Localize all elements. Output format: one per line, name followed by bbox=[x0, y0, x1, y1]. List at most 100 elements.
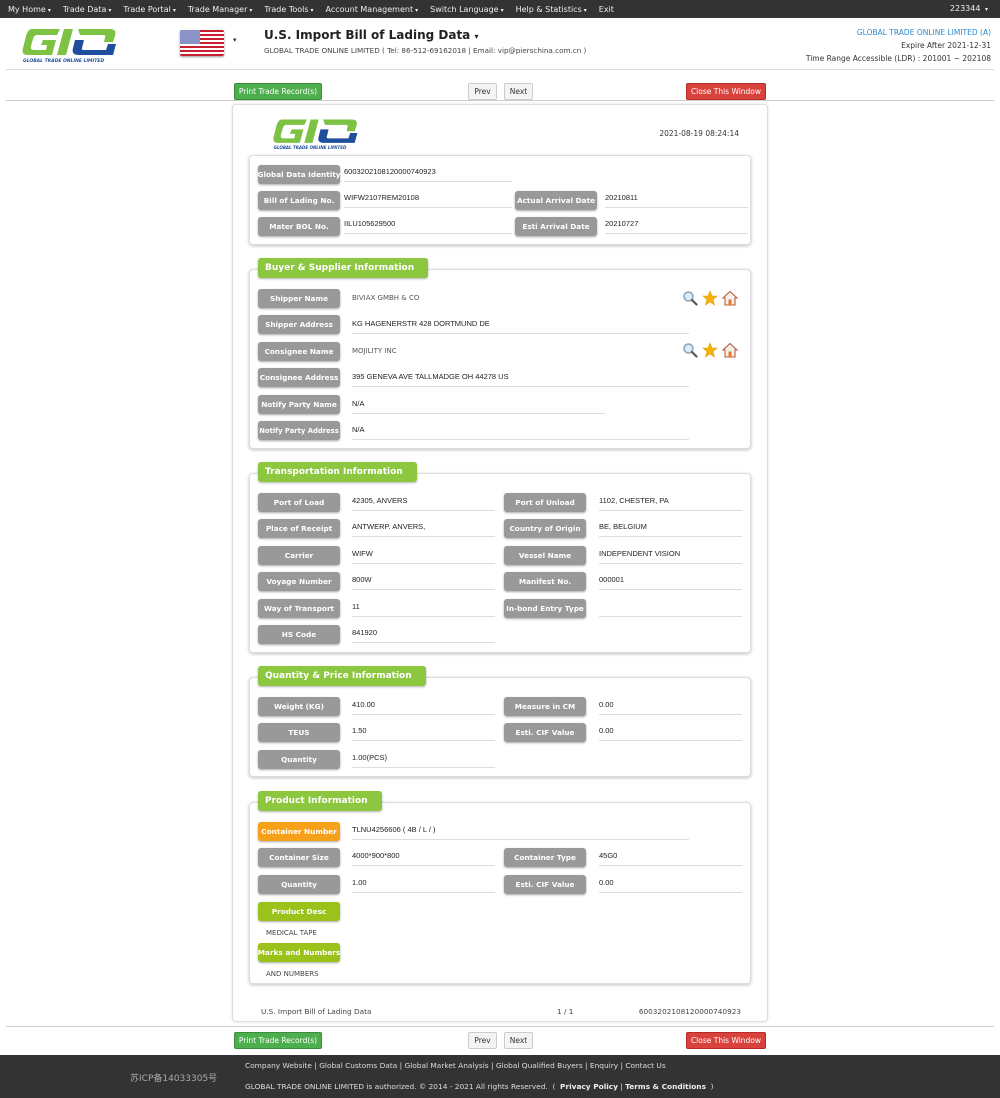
prev-button[interactable]: Prev bbox=[468, 83, 497, 100]
way-of-transport-value: 11 bbox=[352, 601, 495, 617]
field-label: Container Type bbox=[504, 848, 586, 867]
field-label: Vessel Name bbox=[504, 546, 586, 565]
field-label: In-bond Entry Type bbox=[504, 599, 586, 618]
gto-logo: GLOBAL TRADE ONLINE LIMITED bbox=[22, 29, 116, 64]
product-cif-value: 0.00 bbox=[599, 877, 742, 893]
nav-label: Help & Statistics bbox=[515, 4, 582, 14]
search-icon[interactable] bbox=[682, 290, 698, 306]
field-label: Esti Arrival Date bbox=[515, 217, 597, 236]
nav-label: Account Management bbox=[325, 4, 414, 14]
hs-code-value: 841920 bbox=[352, 627, 495, 643]
caret-down-icon: ▾ bbox=[583, 6, 587, 14]
field-label: Measure in CM bbox=[504, 697, 586, 716]
field-label: Notify Party Name bbox=[258, 395, 340, 414]
section-title: Product Information bbox=[258, 791, 382, 811]
user-id: 223344 bbox=[949, 4, 981, 13]
field-label: Consignee Name bbox=[258, 342, 340, 361]
port-of-load-value: 42305, ANVERS bbox=[352, 495, 495, 511]
footer-link-global-market-analysis[interactable]: Global Market Analysis bbox=[404, 1061, 488, 1070]
next-button[interactable]: Next bbox=[504, 1032, 533, 1049]
svg-text:GLOBAL TRADE ONLINE LIMITED: GLOBAL TRADE ONLINE LIMITED bbox=[23, 58, 104, 64]
footer-link-enquiry[interactable]: Enquiry bbox=[590, 1061, 618, 1070]
bill-of-lading-document: GLOBAL TRADE ONLINE LIMITED 2021-08-19 0… bbox=[232, 104, 768, 1022]
nav-my-home[interactable]: My Home ▾ bbox=[8, 5, 51, 14]
nav-account-management[interactable]: Account Management ▾ bbox=[326, 5, 419, 14]
copyright: GLOBAL TRADE ONLINE LIMITED is authorize… bbox=[245, 1082, 714, 1091]
svg-text:GLOBAL TRADE ONLINE LIMITED: GLOBAL TRADE ONLINE LIMITED bbox=[274, 145, 347, 150]
nav-trade-portal[interactable]: Trade Portal ▾ bbox=[123, 5, 175, 14]
field-label: Notify Party Address bbox=[258, 421, 340, 440]
field-label: Consignee Address bbox=[258, 368, 340, 387]
search-icon[interactable] bbox=[682, 342, 698, 358]
field-label: Container Size bbox=[258, 848, 340, 867]
caret-down-icon: ▾ bbox=[984, 6, 988, 13]
cif-value: 0.00 bbox=[599, 725, 742, 741]
field-label: Port of Load bbox=[258, 493, 340, 512]
us-flag-icon[interactable] bbox=[180, 30, 224, 56]
shipper-name-value: BIVIAX GMBH & CO bbox=[352, 294, 420, 302]
quantity-price-card: Quantity & Price Information Weight (KG)… bbox=[249, 666, 751, 777]
star-icon[interactable] bbox=[702, 342, 718, 358]
nav-help-statistics[interactable]: Help & Statistics ▾ bbox=[516, 5, 587, 14]
shipper-address-value: KG HAGENERSTR 428 DORTMUND DE bbox=[352, 318, 689, 334]
nav-exit[interactable]: Exit bbox=[599, 5, 614, 14]
container-size-value: 4000*900*800 bbox=[352, 850, 495, 866]
field-label: Mater BOL No. bbox=[258, 217, 340, 236]
privacy-policy-link[interactable]: Privacy Policy bbox=[560, 1082, 618, 1091]
account-company: GLOBAL TRADE ONLINE LIMITED (A) bbox=[856, 28, 991, 37]
next-button[interactable]: Next bbox=[504, 83, 533, 100]
account-info: GLOBAL TRADE ONLINE LIMITED (A) Expire A… bbox=[806, 26, 991, 65]
copyright-text: GLOBAL TRADE ONLINE LIMITED is authorize… bbox=[245, 1082, 548, 1091]
global-data-identity-value: 6003202108120000740923 bbox=[344, 166, 512, 182]
product-quantity-value: 1.00 bbox=[352, 877, 495, 893]
footer-link-contact-us[interactable]: Contact Us bbox=[625, 1061, 665, 1070]
field-label: Global Data Identity bbox=[258, 165, 340, 184]
section-title: Quantity & Price Information bbox=[258, 666, 426, 686]
nav-trade-tools[interactable]: Trade Tools ▾ bbox=[264, 5, 313, 14]
field-label: Carrier bbox=[258, 546, 340, 565]
container-type-value: 45G0 bbox=[599, 850, 742, 866]
country-of-origin-value: BE, BELGIUM bbox=[599, 521, 742, 537]
caret-down-icon[interactable]: ▾ bbox=[233, 36, 237, 44]
container-number-value: TLNU4256606 ( 4B / L / ) bbox=[352, 824, 689, 840]
nav-label: Trade Manager bbox=[187, 4, 248, 14]
star-icon[interactable] bbox=[702, 290, 718, 306]
field-label: Way of Transport bbox=[258, 599, 340, 618]
field-label: Container Number bbox=[258, 822, 340, 841]
print-button[interactable]: Print Trade Record(s) bbox=[234, 83, 322, 100]
field-label: HS Code bbox=[258, 625, 340, 644]
bol-value: WIFW2107REM20108 bbox=[344, 192, 512, 208]
close-window-button[interactable]: Close This Window bbox=[686, 83, 766, 100]
shipper-actions bbox=[682, 290, 739, 306]
nav-label: Trade Data bbox=[62, 4, 107, 14]
print-button[interactable]: Print Trade Record(s) bbox=[234, 1032, 322, 1049]
site-footer: 苏ICP备14033305号 Company Website | Global … bbox=[0, 1055, 1000, 1098]
footer-link-global-qualified-buyers[interactable]: Global Qualified Buyers bbox=[496, 1061, 583, 1070]
transportation-card: Transportation Information Port of Load … bbox=[249, 462, 751, 653]
port-of-unload-value: 1102, CHESTER, PA bbox=[599, 495, 742, 511]
nav-trade-data[interactable]: Trade Data ▾ bbox=[63, 5, 112, 14]
caret-down-icon: ▾ bbox=[415, 6, 419, 14]
in-bond-entry-type-value bbox=[599, 601, 742, 617]
footer-link-company-website[interactable]: Company Website bbox=[245, 1061, 312, 1070]
esti-arrival-value: 20210727 bbox=[605, 218, 748, 234]
page-header: GLOBAL TRADE ONLINE LIMITED ▾ U.S. Impor… bbox=[6, 18, 994, 70]
expire-date: Expire After 2021-12-31 bbox=[901, 41, 991, 50]
footer-link-global-customs-data[interactable]: Global Customs Data bbox=[319, 1061, 397, 1070]
terms-conditions-link[interactable]: Terms & Conditions bbox=[625, 1082, 706, 1091]
field-label: Esti. CIF Value bbox=[504, 723, 586, 742]
weight-value: 410.00 bbox=[352, 699, 495, 715]
field-label: Voyage Number bbox=[258, 572, 340, 591]
caret-down-icon: ▾ bbox=[249, 6, 253, 14]
manifest-no-value: 000001 bbox=[599, 574, 742, 590]
user-menu[interactable]: 223344 ▾ bbox=[950, 4, 988, 13]
close-window-button[interactable]: Close This Window bbox=[686, 1032, 766, 1049]
home-icon[interactable] bbox=[721, 290, 739, 306]
nav-switch-language[interactable]: Switch Language ▾ bbox=[430, 5, 504, 14]
home-icon[interactable] bbox=[721, 342, 739, 358]
section-title: Buyer & Supplier Information bbox=[258, 258, 429, 278]
title-text: U.S. Import Bill of Lading Data bbox=[264, 28, 471, 42]
prev-button[interactable]: Prev bbox=[468, 1032, 497, 1049]
nav-trade-manager[interactable]: Trade Manager ▾ bbox=[188, 5, 253, 14]
page-title[interactable]: U.S. Import Bill of Lading Data ▾ bbox=[264, 28, 478, 42]
